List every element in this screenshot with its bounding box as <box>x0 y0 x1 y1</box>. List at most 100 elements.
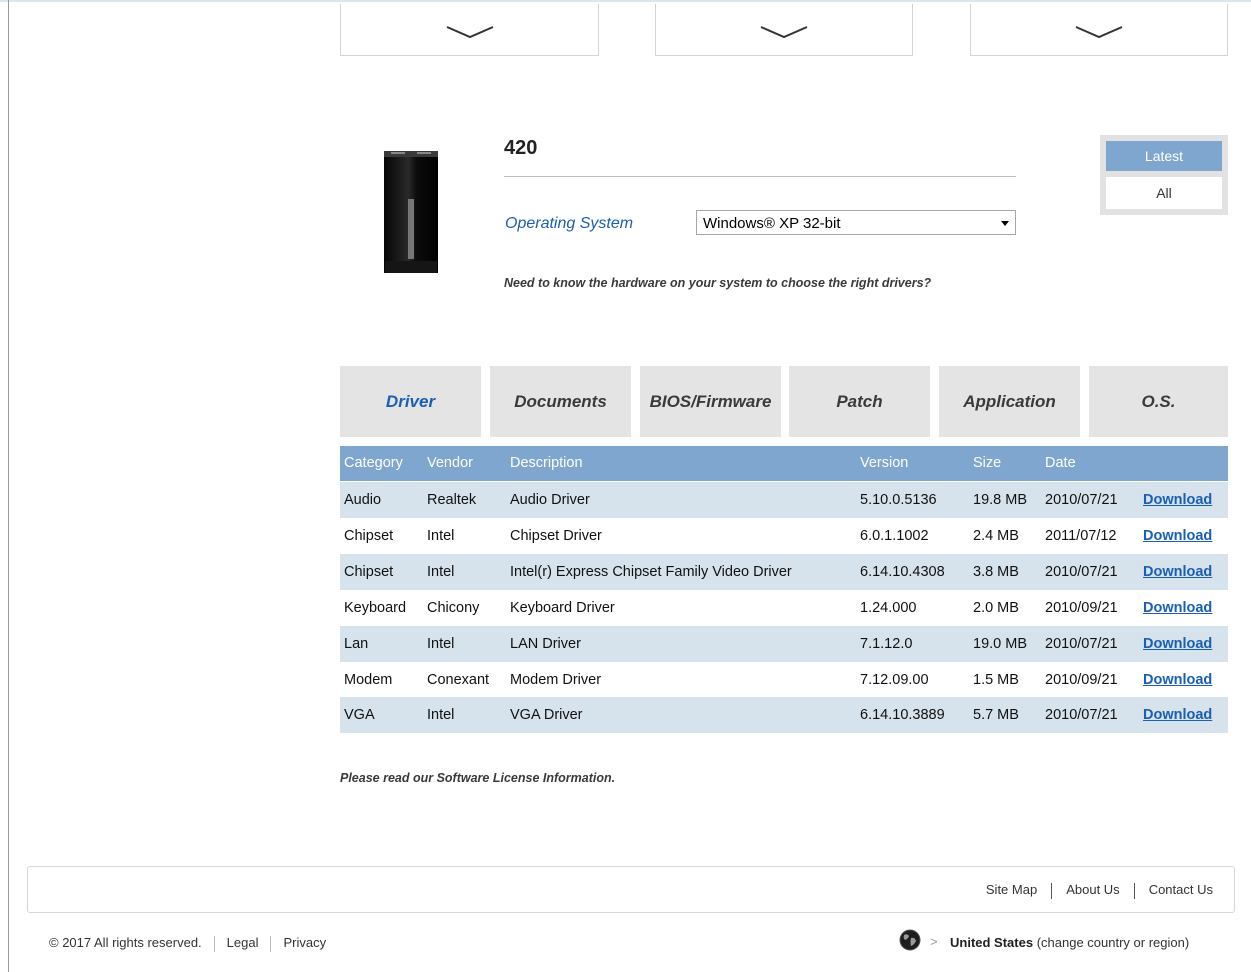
window-top-border <box>0 0 1251 2</box>
row-description: Chipset Driver <box>510 528 602 544</box>
row-description: Keyboard Driver <box>510 600 615 616</box>
globe-icon <box>899 929 921 951</box>
download-link[interactable]: Download <box>1143 482 1212 518</box>
row-version: 6.14.10.3889 <box>860 707 945 723</box>
filter-latest-button[interactable]: Latest <box>1106 141 1222 171</box>
row-date: 2010/07/21 <box>1045 492 1118 508</box>
product-image <box>384 151 438 273</box>
about-us-link[interactable]: About Us <box>1066 882 1119 897</box>
os-select[interactable]: Windows® XP 32-bit <box>696 210 1016 235</box>
category-dropdown-3[interactable] <box>970 4 1228 56</box>
row-size: 2.4 MB <box>973 528 1019 544</box>
row-date: 2010/07/21 <box>1045 564 1118 580</box>
tab-documents[interactable]: Documents <box>490 366 631 437</box>
footer-divider <box>213 935 215 952</box>
category-dropdown-2[interactable] <box>655 4 913 56</box>
chevron-down-icon <box>1075 26 1123 39</box>
row-description: Modem Driver <box>510 672 602 688</box>
row-version: 5.10.0.5136 <box>860 492 937 508</box>
row-size: 19.0 MB <box>973 636 1027 652</box>
row-date: 2010/09/21 <box>1045 600 1118 616</box>
row-vendor: Intel <box>427 528 455 544</box>
row-description: Intel(r) Express Chipset Family Video Dr… <box>510 564 792 580</box>
table-row: Chipset Intel Intel(r) Express Chipset F… <box>340 554 1228 590</box>
region-name: United States <box>950 935 1034 950</box>
header-size: Size <box>973 455 1002 471</box>
row-description: VGA Driver <box>510 707 583 723</box>
row-version: 6.14.10.4308 <box>860 564 945 580</box>
header-version: Version <box>860 455 909 471</box>
copyright-bar: © 2017 All rights reserved. Legal Privacy <box>49 935 326 952</box>
row-date: 2010/07/21 <box>1045 636 1118 652</box>
row-description: LAN Driver <box>510 636 581 652</box>
download-link[interactable]: Download <box>1143 590 1212 626</box>
table-row: Keyboard Chicony Keyboard Driver 1.24.00… <box>340 590 1228 626</box>
download-link[interactable]: Download <box>1143 518 1212 554</box>
row-category: Keyboard <box>344 600 407 616</box>
legal-link[interactable]: Legal <box>227 935 259 950</box>
row-version: 7.12.09.00 <box>860 672 929 688</box>
copyright-text: © 2017 All rights reserved. <box>49 935 202 950</box>
header-category: Category <box>344 455 403 471</box>
footer-divider <box>270 935 272 952</box>
row-size: 3.8 MB <box>973 564 1019 580</box>
row-size: 2.0 MB <box>973 600 1019 616</box>
row-date: 2010/07/21 <box>1045 707 1118 723</box>
table-row: Audio Realtek Audio Driver 5.10.0.5136 1… <box>340 482 1228 518</box>
site-map-link[interactable]: Site Map <box>986 882 1037 897</box>
row-size: 19.8 MB <box>973 492 1027 508</box>
tab-bios-firmware[interactable]: BIOS/Firmware <box>640 366 781 437</box>
product-title: 420 <box>504 137 538 159</box>
header-description: Description <box>510 455 583 471</box>
row-version: 1.24.000 <box>860 600 917 616</box>
footer-links: Site Map About Us Contact Us <box>986 882 1213 899</box>
row-category: VGA <box>344 707 375 723</box>
driver-table-header: Category Vendor Description Version Size… <box>340 446 1228 481</box>
caret-down-icon <box>1001 221 1009 226</box>
row-category: Modem <box>344 672 393 688</box>
header-date: Date <box>1045 455 1076 471</box>
tab-os[interactable]: O.S. <box>1089 366 1228 437</box>
tab-application[interactable]: Application <box>939 366 1080 437</box>
row-vendor: Chicony <box>427 600 480 616</box>
tab-driver[interactable]: Driver <box>340 366 481 437</box>
row-version: 6.0.1.1002 <box>860 528 929 544</box>
os-select-value: Windows® XP 32-bit <box>703 215 841 232</box>
header-vendor: Vendor <box>427 455 473 471</box>
software-license-link[interactable]: Please read our Software License Informa… <box>340 771 615 785</box>
row-category: Chipset <box>344 564 394 580</box>
download-link[interactable]: Download <box>1143 626 1212 662</box>
filter-all-button[interactable]: All <box>1106 177 1222 209</box>
hardware-help-link[interactable]: Need to know the hardware on your system… <box>504 276 964 291</box>
download-link[interactable]: Download <box>1143 697 1212 733</box>
row-date: 2010/09/21 <box>1045 672 1118 688</box>
row-category: Chipset <box>344 528 394 544</box>
row-version: 7.1.12.0 <box>860 636 913 652</box>
region-selector[interactable]: United States (change country or region) <box>950 935 1189 950</box>
download-link[interactable]: Download <box>1143 662 1212 698</box>
table-row: Chipset Intel Chipset Driver 6.0.1.1002 … <box>340 518 1228 554</box>
category-dropdown-1[interactable] <box>340 4 599 56</box>
chevron-down-icon <box>760 26 808 39</box>
footer-divider <box>1051 882 1053 899</box>
region-change-link[interactable]: (change country or region) <box>1037 935 1189 950</box>
title-divider <box>504 176 1016 177</box>
row-vendor: Intel <box>427 707 455 723</box>
row-description: Audio Driver <box>510 492 590 508</box>
row-vendor: Intel <box>427 636 455 652</box>
row-size: 1.5 MB <box>973 672 1019 688</box>
contact-us-link[interactable]: Contact Us <box>1149 882 1213 897</box>
tab-patch[interactable]: Patch <box>789 366 930 437</box>
table-row: Lan Intel LAN Driver 7.1.12.0 19.0 MB 20… <box>340 626 1228 662</box>
footer-divider <box>1133 882 1135 899</box>
table-row: Modem Conexant Modem Driver 7.12.09.00 1… <box>340 662 1228 698</box>
chevron-right-icon: > <box>930 934 938 949</box>
table-row: VGA Intel VGA Driver 6.14.10.3889 5.7 MB… <box>340 697 1228 733</box>
window-left-border <box>8 0 9 972</box>
privacy-link[interactable]: Privacy <box>283 935 326 950</box>
download-link[interactable]: Download <box>1143 554 1212 590</box>
row-vendor: Conexant <box>427 672 490 688</box>
row-category: Audio <box>344 492 382 508</box>
chevron-down-icon <box>446 26 493 39</box>
row-size: 5.7 MB <box>973 707 1019 723</box>
